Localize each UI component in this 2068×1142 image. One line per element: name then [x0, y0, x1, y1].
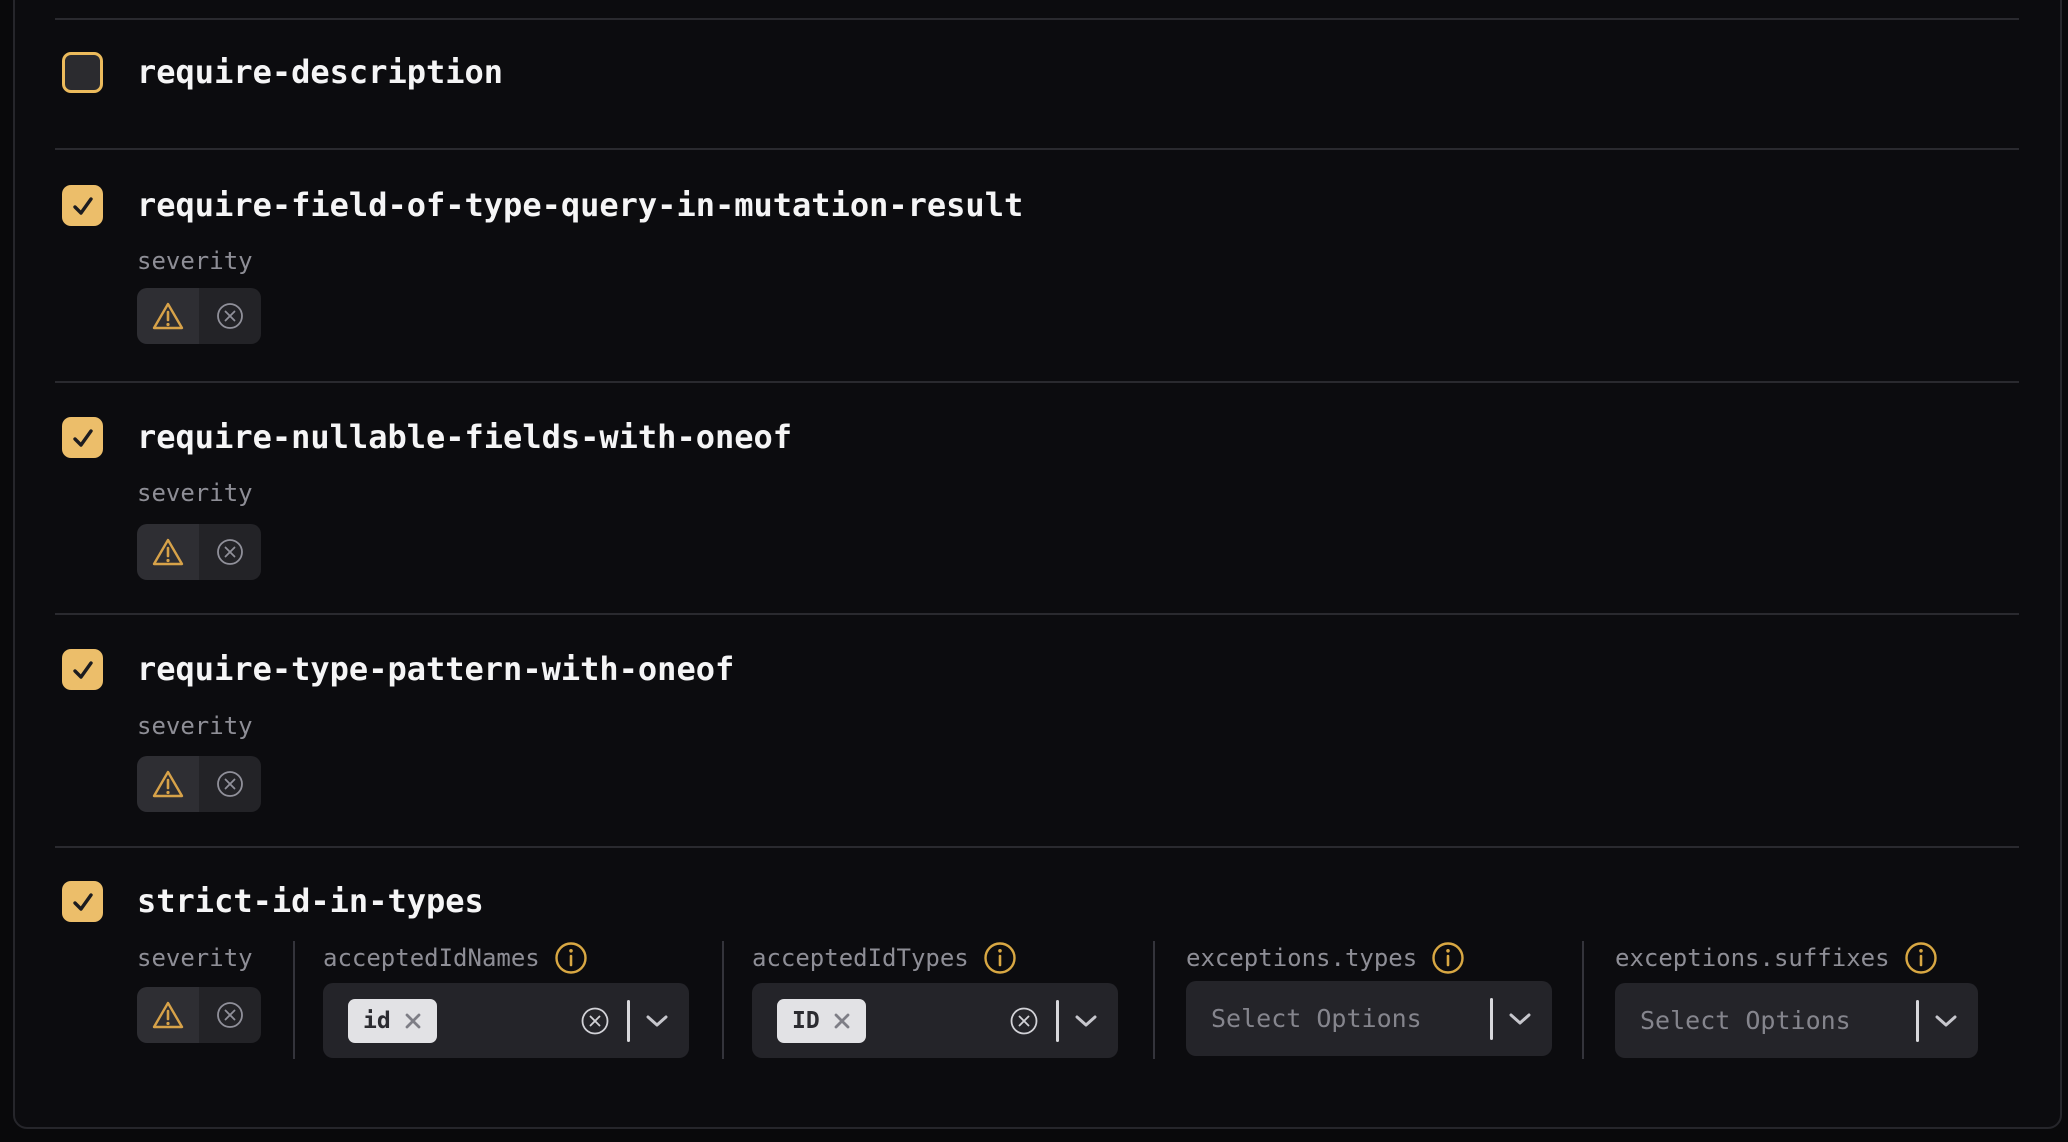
circle-x-icon — [215, 301, 245, 331]
row-divider — [55, 613, 2019, 615]
select-separator — [1490, 998, 1493, 1040]
warning-triangle-icon — [151, 769, 185, 800]
column-divider — [1582, 941, 1584, 1059]
tag-chip: ID — [777, 999, 866, 1043]
severity-toggle — [137, 524, 261, 580]
warning-triangle-icon — [151, 301, 185, 332]
rule-name: require-type-pattern-with-oneof — [137, 649, 734, 690]
circle-x-icon — [215, 769, 245, 799]
severity-warn-button[interactable] — [137, 288, 199, 344]
severity-off-button[interactable] — [199, 756, 261, 812]
severity-label: severity — [137, 246, 253, 276]
exceptions-suffixes-multiselect[interactable]: Select Options — [1615, 983, 1978, 1058]
info-icon[interactable] — [1431, 941, 1465, 975]
select-separator — [627, 1000, 630, 1042]
severity-warn-button[interactable] — [137, 987, 199, 1043]
option-label-exceptions-types: exceptions.types — [1186, 943, 1465, 973]
info-icon[interactable] — [983, 941, 1017, 975]
column-divider — [1153, 941, 1155, 1059]
check-icon — [70, 889, 96, 915]
warning-triangle-icon — [151, 537, 185, 568]
severity-label: severity — [137, 711, 253, 741]
option-label-text: exceptions.suffixes — [1615, 943, 1890, 973]
check-icon — [70, 193, 96, 219]
exceptions-types-multiselect[interactable]: Select Options — [1186, 981, 1552, 1056]
chevron-down-icon[interactable] — [1508, 1012, 1532, 1026]
select-separator — [1916, 1000, 1919, 1042]
row-divider — [55, 381, 2019, 383]
warning-triangle-icon — [151, 1000, 185, 1031]
rule-name: require-description — [137, 52, 503, 93]
select-placeholder: Select Options — [1211, 1004, 1422, 1033]
severity-toggle — [137, 987, 261, 1043]
checkbox-require-type-pattern-with-oneof[interactable] — [62, 649, 103, 690]
info-icon[interactable] — [1904, 941, 1938, 975]
rule-name: strict-id-in-types — [137, 881, 484, 922]
option-label-acceptedIdNames: acceptedIdNames — [323, 943, 588, 973]
tag-text: id — [363, 999, 391, 1043]
severity-toggle — [137, 288, 261, 344]
row-divider — [55, 148, 2019, 150]
select-placeholder: Select Options — [1640, 1006, 1851, 1035]
option-label-text: exceptions.types — [1186, 943, 1417, 973]
acceptedIdTypes-multiselect[interactable]: ID — [752, 983, 1118, 1058]
chevron-down-icon[interactable] — [1074, 1014, 1098, 1028]
checkbox-require-field-of-type-query-in-mutation-result[interactable] — [62, 185, 103, 226]
select-separator — [1056, 1000, 1059, 1042]
column-divider — [293, 941, 295, 1059]
row-divider — [55, 846, 2019, 848]
severity-toggle — [137, 756, 261, 812]
checkbox-require-description[interactable] — [62, 52, 103, 93]
option-label-text: acceptedIdNames — [323, 943, 540, 973]
check-icon — [70, 657, 96, 683]
severity-warn-button[interactable] — [137, 524, 199, 580]
info-icon[interactable] — [554, 941, 588, 975]
severity-off-button[interactable] — [199, 288, 261, 344]
tag-remove-icon[interactable] — [833, 1012, 851, 1030]
column-divider — [722, 941, 724, 1059]
severity-label: severity — [137, 478, 253, 508]
check-icon — [70, 425, 96, 451]
option-label-acceptedIdTypes: acceptedIdTypes — [752, 943, 1017, 973]
severity-off-button[interactable] — [199, 987, 261, 1043]
chevron-down-icon[interactable] — [1934, 1014, 1958, 1028]
checkbox-require-nullable-fields-with-oneof[interactable] — [62, 417, 103, 458]
tag-remove-icon[interactable] — [404, 1012, 422, 1030]
circle-x-icon — [215, 1000, 245, 1030]
option-label-text: acceptedIdTypes — [752, 943, 969, 973]
clear-all-icon[interactable] — [580, 1006, 610, 1036]
circle-x-icon — [215, 537, 245, 567]
checkbox-strict-id-in-types[interactable] — [62, 881, 103, 922]
option-label-exceptions-suffixes: exceptions.suffixes — [1615, 943, 1938, 973]
clear-all-icon[interactable] — [1009, 1006, 1039, 1036]
acceptedIdNames-multiselect[interactable]: id — [323, 983, 689, 1058]
tag-chip: id — [348, 999, 437, 1043]
severity-warn-button[interactable] — [137, 756, 199, 812]
chevron-down-icon[interactable] — [645, 1014, 669, 1028]
rule-name: require-nullable-fields-with-oneof — [137, 417, 792, 458]
severity-off-button[interactable] — [199, 524, 261, 580]
severity-label: severity — [137, 943, 253, 973]
rule-name: require-field-of-type-query-in-mutation-… — [137, 185, 1023, 226]
row-divider — [55, 18, 2019, 20]
tag-text: ID — [792, 999, 820, 1043]
